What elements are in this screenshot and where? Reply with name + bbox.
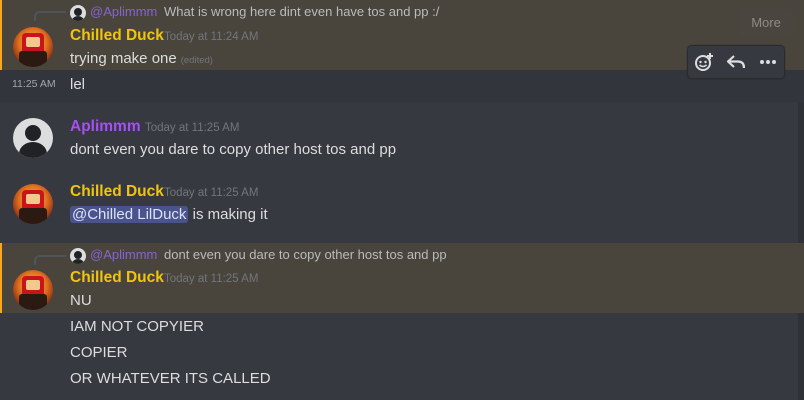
more-dots-icon[interactable] — [755, 49, 781, 75]
timestamp[interactable]: Today at 11:25 AM — [164, 187, 258, 199]
username[interactable]: Chilled Duck — [70, 27, 164, 45]
reply-preview[interactable]: What is wrong here dint even have tos an… — [164, 4, 439, 19]
message-text: trying make one (edited) — [70, 50, 213, 67]
message-group-highlighted: @Aplimmm What is wrong here dint even ha… — [0, 0, 804, 70]
add-reaction-icon[interactable] — [691, 49, 717, 75]
message-text: @Chilled LilDuck is making it — [70, 206, 268, 223]
reply-preview[interactable]: dont even you dare to copy other host to… — [164, 247, 447, 262]
message-group-highlighted: @Aplimmm dont even you dare to copy othe… — [0, 243, 804, 313]
message-toolbar — [687, 45, 785, 79]
username[interactable]: Chilled Duck — [70, 183, 164, 201]
message-hovered: 11:25 AM lel — [0, 70, 804, 102]
username[interactable]: Chilled Duck — [70, 269, 164, 287]
reply-connector — [34, 11, 66, 21]
reply-avatar — [70, 248, 86, 264]
user-mention[interactable]: @Chilled LilDuck — [70, 206, 189, 223]
more-button[interactable]: More — [739, 9, 793, 36]
message-text: IAM NOT COPYIER — [70, 318, 204, 335]
reply-author[interactable]: @Aplimmm — [90, 247, 157, 262]
avatar[interactable] — [13, 270, 53, 310]
side-timestamp[interactable]: 11:25 AM — [12, 78, 56, 90]
message-group: Chilled Duck Today at 11:25 AM @Chilled … — [0, 176, 804, 236]
username[interactable]: Aplimmm — [70, 118, 141, 136]
message-group: Aplimmm Today at 11:25 AM dont even you … — [0, 110, 804, 170]
message-text: lel — [70, 76, 86, 93]
avatar[interactable] — [13, 184, 53, 224]
edited-label: (edited) — [180, 55, 213, 66]
message-text: NU — [70, 292, 92, 309]
message-text: dont even you dare to copy other host to… — [70, 141, 397, 158]
message-text: COPIER — [70, 344, 128, 361]
timestamp[interactable]: Today at 11:24 AM — [164, 31, 258, 43]
reply-avatar — [70, 5, 86, 21]
avatar[interactable] — [13, 118, 53, 158]
message-text: OR WHATEVER ITS CALLED — [70, 370, 271, 387]
avatar[interactable] — [13, 27, 53, 67]
reply-connector — [34, 255, 66, 265]
timestamp[interactable]: Today at 11:25 AM — [164, 273, 258, 285]
reply-author[interactable]: @Aplimmm — [90, 4, 157, 19]
timestamp[interactable]: Today at 11:25 AM — [145, 122, 239, 134]
reply-icon[interactable] — [723, 49, 749, 75]
